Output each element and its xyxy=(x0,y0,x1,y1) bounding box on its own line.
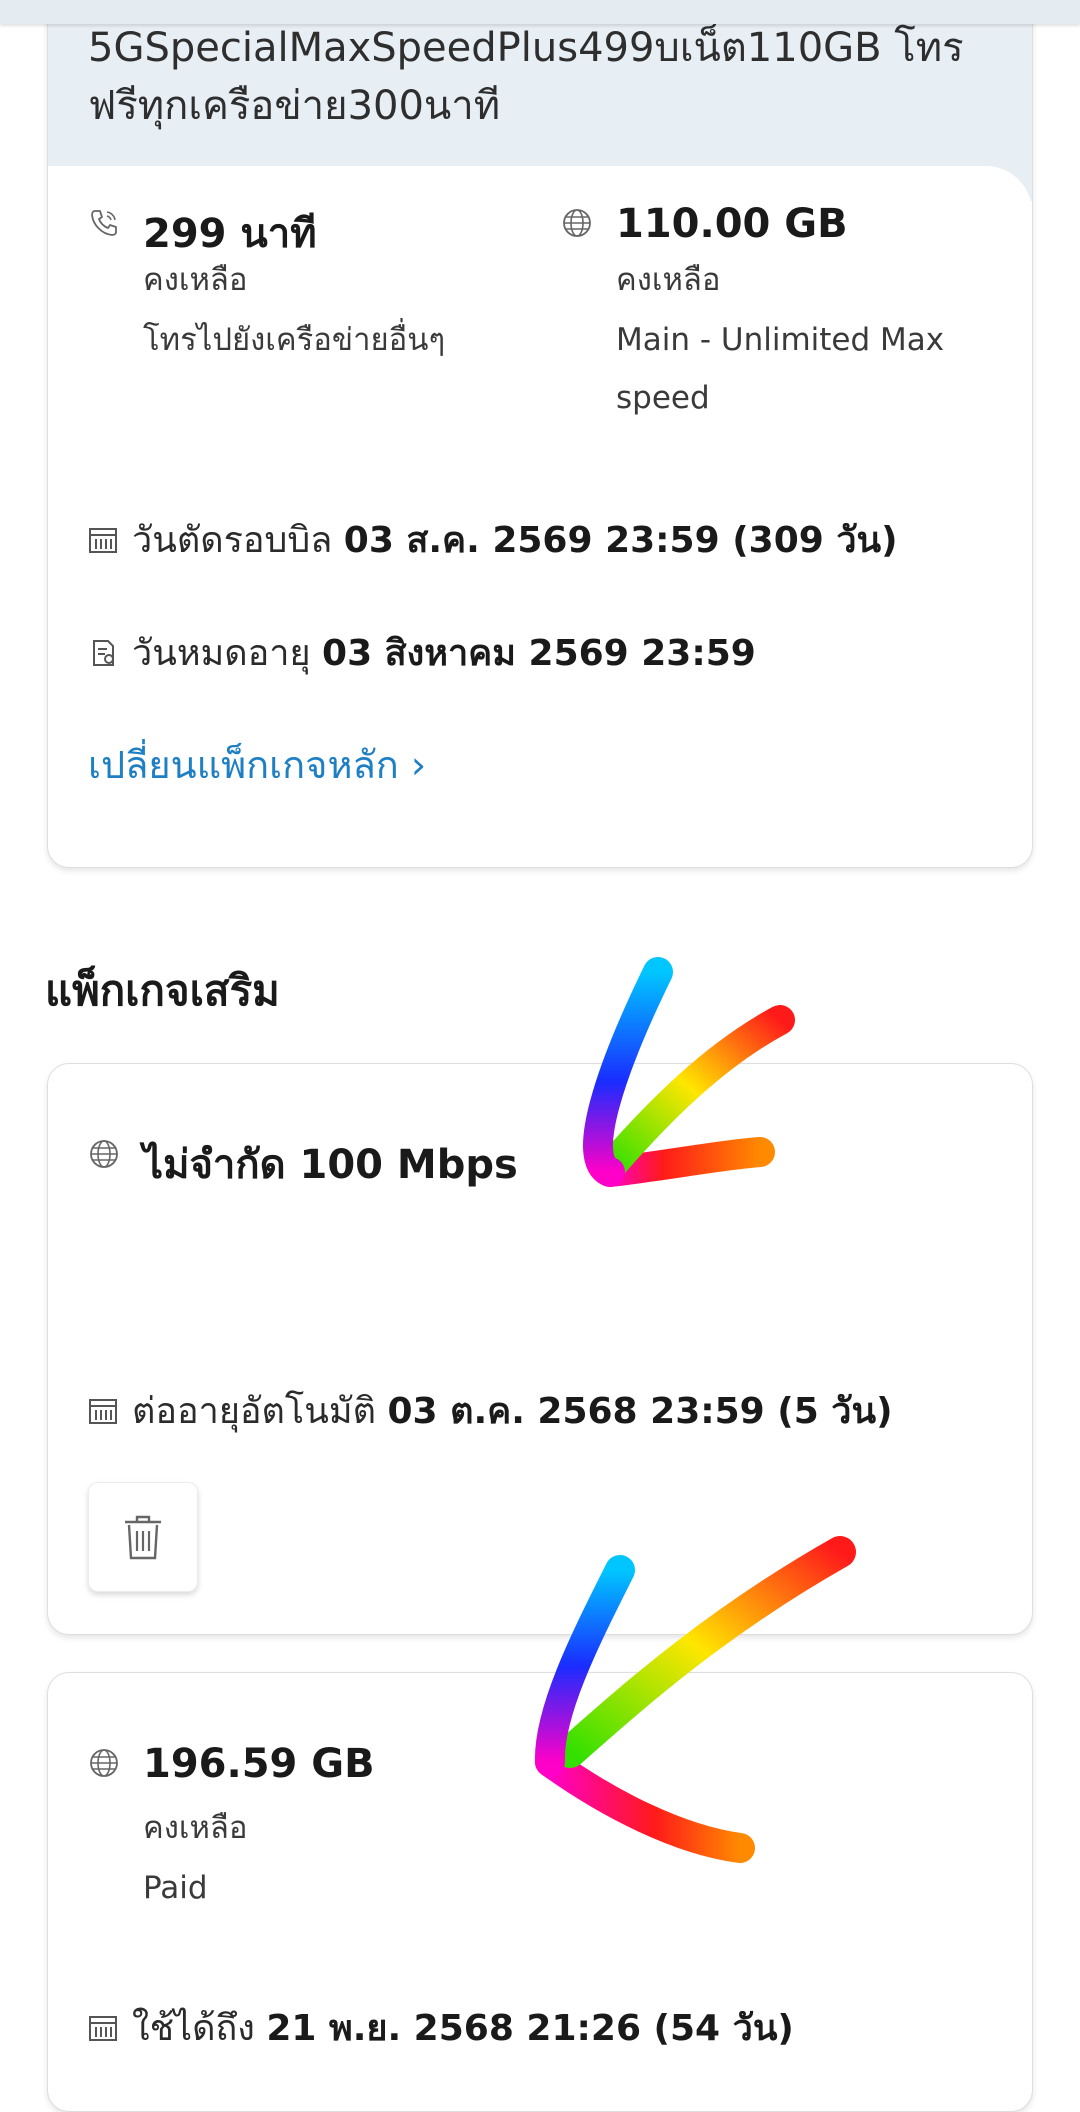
expiry-label: วันหมดอายุ xyxy=(132,633,311,674)
calendar-icon xyxy=(89,528,117,553)
calendar-icon xyxy=(89,1399,117,1424)
addon2-value: 196.59 GB xyxy=(143,1741,375,1787)
addon1-title-row: ไม่จำกัด 100 Mbps xyxy=(88,1132,788,1192)
addon2-valid-label: ใช้ได้ถึง xyxy=(132,2008,255,2049)
change-main-package-link[interactable]: เปลี่ยนแพ็กเกจหลัก › xyxy=(88,734,426,795)
addon1-title: ไม่จำกัด 100 Mbps xyxy=(143,1142,518,1188)
data-detail-line2: speed xyxy=(616,380,710,416)
addon2-valid-row: ใช้ได้ถึง 21 พ.ย. 2568 21:26 (54 วัน) xyxy=(88,1999,794,2056)
document-icon xyxy=(93,640,114,666)
calendar-icon xyxy=(89,2016,117,2041)
trash-icon xyxy=(125,1515,161,1560)
addon2-data-balance: 196.59 GB คงเหลือ Paid xyxy=(88,1741,788,1941)
top-bar xyxy=(0,0,1080,24)
main-package-body: 299 นาที คงเหลือ โทรไปยังเครือข่ายอื่นๆ … xyxy=(48,166,1032,867)
bill-cycle-value: 03 ส.ค. 2569 23:59 (309 วัน) xyxy=(343,520,898,561)
voice-detail: โทรไปยังเครือข่ายอื่นๆ xyxy=(143,322,446,358)
addon1-renew-value: 03 ต.ค. 2568 23:59 (5 วัน) xyxy=(387,1391,893,1432)
addon2-valid-value: 21 พ.ย. 2568 21:26 (54 วัน) xyxy=(266,2008,794,2049)
bill-cycle-label: วันตัดรอบบิล xyxy=(132,520,333,561)
addon-card-1: ไม่จำกัด 100 Mbps ต่ออายุอัตโนมัติ 03 ต.… xyxy=(47,1063,1033,1635)
addon-card-2: 196.59 GB คงเหลือ Paid ใช้ได้ถึง 21 พ.ย.… xyxy=(47,1672,1033,2112)
addon1-renew-label: ต่ออายุอัตโนมัติ xyxy=(132,1391,376,1432)
main-package-card: 5GSpecialMaxSpeedPlus499บเน็ต110GB โทรฟร… xyxy=(47,0,1033,868)
globe-icon xyxy=(90,1140,118,1168)
bill-cycle-row: วันตัดรอบบิล 03 ส.ค. 2569 23:59 (309 วัน… xyxy=(88,511,898,568)
data-value: 110.00 GB xyxy=(616,201,848,247)
addon2-status: คงเหลือ xyxy=(143,1810,248,1846)
addon1-renew-row: ต่ออายุอัตโนมัติ 03 ต.ค. 2568 23:59 (5 ว… xyxy=(88,1382,893,1439)
data-detail-line1: Main - Unlimited Max xyxy=(616,322,945,358)
globe-icon xyxy=(90,1749,118,1777)
delete-addon-button[interactable] xyxy=(88,1482,198,1592)
voice-status: คงเหลือ xyxy=(143,262,248,298)
globe-icon xyxy=(563,209,591,237)
phone-icon xyxy=(91,210,117,236)
data-balance: 110.00 GB คงเหลือ Main - Unlimited Max s… xyxy=(561,201,1021,441)
plan-name: 5GSpecialMaxSpeedPlus499บเน็ต110GB โทรฟร… xyxy=(88,25,964,129)
expiry-value: 03 สิงหาคม 2569 23:59 xyxy=(322,633,756,674)
addon2-detail: Paid xyxy=(143,1870,208,1906)
expiry-row: วันหมดอายุ 03 สิงหาคม 2569 23:59 xyxy=(88,624,756,681)
voice-balance: 299 นาที คงเหลือ โทรไปยังเครือข่ายอื่นๆ xyxy=(88,201,538,401)
addon-section-title: แพ็กเกจเสริม xyxy=(45,966,280,1015)
data-status: คงเหลือ xyxy=(616,262,721,298)
